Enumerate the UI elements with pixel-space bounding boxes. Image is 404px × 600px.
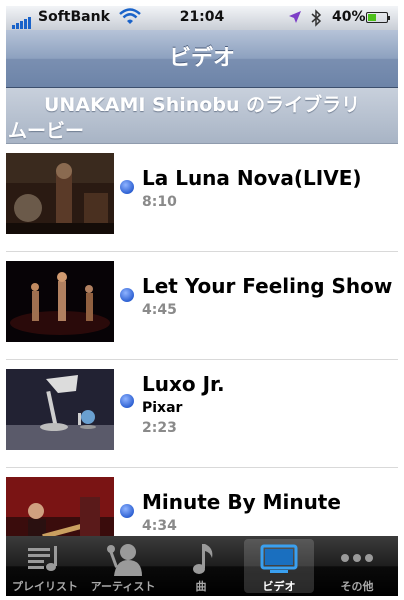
tab-label: アーティスト: [90, 580, 156, 593]
video-row-luxo-jr[interactable]: Luxo Jr. Pixar 2:23: [6, 360, 398, 468]
unwatched-indicator: [120, 288, 134, 302]
battery-icon: [366, 12, 390, 23]
page-title: ビデオ: [168, 46, 235, 71]
section-label: ムービー: [8, 120, 85, 142]
video-list[interactable]: La Luna Nova(LIVE) 8:10 Let Your Feeling…: [6, 144, 398, 544]
video-thumbnail: [6, 369, 114, 450]
video-title: Minute By Minute: [142, 490, 341, 514]
battery-percent: 40%: [332, 9, 366, 25]
tab-more[interactable]: その他: [318, 536, 396, 596]
tab-songs[interactable]: 曲: [162, 536, 240, 596]
unwatched-indicator: [120, 394, 134, 408]
video-row-let-your-feeling-show[interactable]: Let Your Feeling Show 4:45: [6, 252, 398, 360]
tab-artists[interactable]: アーティスト: [84, 536, 162, 596]
video-duration: 8:10: [142, 194, 177, 210]
library-banner: UNAKAMI Shinobu のライブラリ ムービー: [6, 88, 398, 144]
video-title: Luxo Jr.: [142, 372, 225, 396]
unwatched-indicator: [120, 180, 134, 194]
tab-label: その他: [340, 580, 374, 593]
video-thumbnail: [6, 153, 114, 234]
video-title: La Luna Nova(LIVE): [142, 166, 362, 190]
playlist-icon: [6, 542, 84, 576]
video-icon: [240, 542, 318, 576]
tab-playlists[interactable]: プレイリスト: [6, 536, 84, 596]
video-studio: Pixar: [142, 400, 183, 416]
song-icon: [162, 542, 240, 576]
tab-bar: プレイリスト アーティスト 曲 ビデオ その他: [6, 536, 398, 596]
location-icon: [288, 10, 302, 28]
tab-label: 曲: [195, 580, 207, 593]
video-duration: 2:23: [142, 420, 177, 436]
video-row-minute-by-minute[interactable]: Minute By Minute 4:34: [6, 468, 398, 544]
more-icon: [318, 542, 396, 576]
screen: SoftBank 21:04 40% ビデオ UNAKAMI Shinobu の…: [6, 6, 398, 596]
video-title: Let Your Feeling Show: [142, 274, 393, 298]
unwatched-indicator: [120, 504, 134, 518]
library-owner: UNAKAMI Shinobu のライブラリ: [44, 94, 361, 116]
tab-videos[interactable]: ビデオ: [240, 536, 318, 596]
tab-label: ビデオ: [262, 580, 296, 593]
video-row-la-luna-nova[interactable]: La Luna Nova(LIVE) 8:10: [6, 144, 398, 252]
tab-label: プレイリスト: [12, 580, 78, 593]
bluetooth-icon: [310, 9, 322, 31]
video-thumbnail: [6, 477, 114, 544]
status-bar: SoftBank 21:04 40%: [6, 6, 398, 30]
video-thumbnail: [6, 261, 114, 342]
video-duration: 4:45: [142, 302, 177, 318]
video-duration: 4:34: [142, 518, 177, 534]
navigation-bar: ビデオ: [6, 30, 398, 88]
artist-icon: [84, 542, 162, 576]
